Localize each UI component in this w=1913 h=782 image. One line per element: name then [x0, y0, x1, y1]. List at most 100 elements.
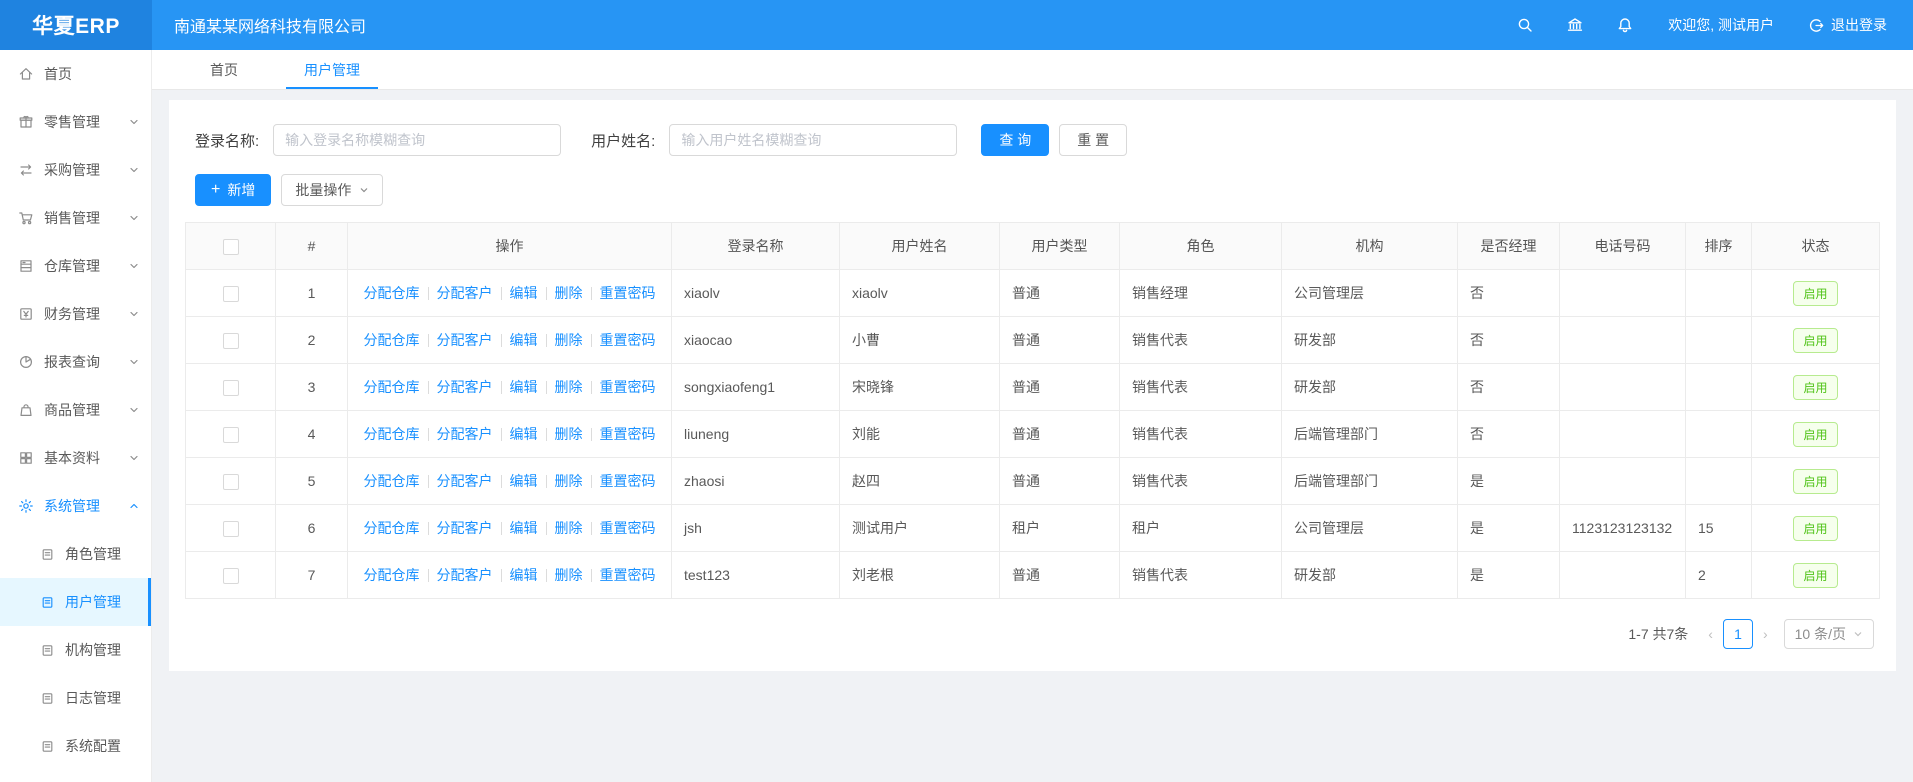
- assign-warehouse-link[interactable]: 分配仓库: [364, 520, 420, 536]
- delete-link[interactable]: 删除: [555, 285, 583, 301]
- select-all-checkbox[interactable]: [223, 239, 239, 255]
- user-name-input[interactable]: [669, 124, 957, 156]
- edit-link[interactable]: 编辑: [510, 567, 538, 583]
- assign-warehouse-link[interactable]: 分配仓库: [364, 473, 420, 489]
- sidebar-item-sales[interactable]: 销售管理: [0, 194, 151, 242]
- row-checkbox[interactable]: [223, 568, 239, 584]
- row-checkbox[interactable]: [223, 474, 239, 490]
- cell-login: jsh: [672, 505, 840, 552]
- cell-phone: [1560, 411, 1686, 458]
- add-button[interactable]: + 新增: [195, 174, 271, 206]
- edit-link[interactable]: 编辑: [510, 379, 538, 395]
- cell-role: 销售经理: [1120, 270, 1282, 317]
- topbar-right: 欢迎您, 测试用户 退出登录: [1484, 15, 1913, 35]
- sidebar-item-purchase[interactable]: 采购管理: [0, 146, 151, 194]
- bell-icon[interactable]: [1616, 16, 1634, 34]
- row-checkbox[interactable]: [223, 380, 239, 396]
- edit-link[interactable]: 编辑: [510, 520, 538, 536]
- reset-password-link[interactable]: 重置密码: [600, 285, 656, 301]
- sidebar-item-goods[interactable]: 商品管理: [0, 386, 151, 434]
- cell-manager: 否: [1458, 364, 1560, 411]
- tab-home[interactable]: 首页: [188, 50, 260, 89]
- assign-customer-link[interactable]: 分配客户: [437, 379, 493, 395]
- cell-type: 普通: [1000, 364, 1120, 411]
- sidebar-item-retail[interactable]: 零售管理: [0, 98, 151, 146]
- next-page-button[interactable]: ›: [1757, 626, 1774, 642]
- edit-link[interactable]: 编辑: [510, 426, 538, 442]
- reset-password-link[interactable]: 重置密码: [600, 520, 656, 536]
- cell-name: 刘老根: [840, 552, 1000, 599]
- bank-icon[interactable]: [1566, 16, 1584, 34]
- chevron-up-icon: [129, 501, 139, 511]
- assign-customer-link[interactable]: 分配客户: [437, 520, 493, 536]
- reset-password-link[interactable]: 重置密码: [600, 473, 656, 489]
- row-checkbox[interactable]: [223, 521, 239, 537]
- assign-warehouse-link[interactable]: 分配仓库: [364, 567, 420, 583]
- assign-customer-link[interactable]: 分配客户: [437, 285, 493, 301]
- assign-warehouse-link[interactable]: 分配仓库: [364, 379, 420, 395]
- prev-page-button[interactable]: ‹: [1702, 626, 1719, 642]
- reset-button[interactable]: 重 置: [1059, 124, 1127, 156]
- delete-link[interactable]: 删除: [555, 379, 583, 395]
- sidebar-item-basic-data[interactable]: 基本资料: [0, 434, 151, 482]
- edit-link[interactable]: 编辑: [510, 332, 538, 348]
- sidebar-item-role-mgmt[interactable]: 角色管理: [0, 530, 151, 578]
- sidebar-item-system[interactable]: 系统管理: [0, 482, 151, 530]
- assign-warehouse-link[interactable]: 分配仓库: [364, 332, 420, 348]
- sidebar-item-system-config[interactable]: 系统配置: [0, 722, 151, 770]
- reset-password-link[interactable]: 重置密码: [600, 332, 656, 348]
- sidebar-item-finance[interactable]: 财务管理: [0, 290, 151, 338]
- query-button[interactable]: 查 询: [981, 124, 1049, 156]
- tab-user-mgmt[interactable]: 用户管理: [282, 50, 382, 89]
- assign-customer-link[interactable]: 分配客户: [437, 567, 493, 583]
- delete-link[interactable]: 删除: [555, 520, 583, 536]
- reset-password-link[interactable]: 重置密码: [600, 379, 656, 395]
- sidebar-item-user-mgmt[interactable]: 用户管理: [0, 578, 151, 626]
- assign-customer-link[interactable]: 分配客户: [437, 426, 493, 442]
- delete-link[interactable]: 删除: [555, 426, 583, 442]
- sidebar-item-label: 商品管理: [44, 400, 129, 420]
- row-index: 2: [276, 317, 348, 364]
- cell-login: xiaolv: [672, 270, 840, 317]
- assign-warehouse-link[interactable]: 分配仓库: [364, 426, 420, 442]
- tab-bar: 首页 用户管理: [152, 50, 1913, 90]
- delete-link[interactable]: 删除: [555, 567, 583, 583]
- search-icon[interactable]: [1516, 16, 1534, 34]
- cell-sort: [1686, 411, 1752, 458]
- cell-name: 小曹: [840, 317, 1000, 364]
- login-name-input[interactable]: [273, 124, 561, 156]
- sidebar-item-home[interactable]: 首页: [0, 50, 151, 98]
- swap-icon: [18, 162, 34, 178]
- row-checkbox[interactable]: [223, 286, 239, 302]
- edit-link[interactable]: 编辑: [510, 473, 538, 489]
- cell-sort: [1686, 317, 1752, 364]
- sidebar-item-reports[interactable]: 报表查询: [0, 338, 151, 386]
- row-checkbox[interactable]: [223, 427, 239, 443]
- delete-link[interactable]: 删除: [555, 473, 583, 489]
- main-content: 首页 用户管理 登录名称: 用户姓名: 查 询 重 置 + 新增 批量操作: [152, 50, 1913, 782]
- row-actions: 分配仓库 分配客户 编辑 删除 重置密码: [348, 552, 672, 599]
- sidebar-item-warehouse[interactable]: 仓库管理: [0, 242, 151, 290]
- cell-name: xiaolv: [840, 270, 1000, 317]
- reset-password-link[interactable]: 重置密码: [600, 426, 656, 442]
- table-row: 1 分配仓库分配客户编辑删除重置密码 xiaolv xiaolv 普通 销售经理…: [186, 270, 1880, 317]
- logout-button[interactable]: 退出登录: [1808, 15, 1887, 35]
- cell-login: test123: [672, 552, 840, 599]
- row-actions: 分配仓库 分配客户 编辑 删除 重置密码: [348, 411, 672, 458]
- company-name: 南通某某网络科技有限公司: [174, 13, 366, 37]
- delete-link[interactable]: 删除: [555, 332, 583, 348]
- row-checkbox[interactable]: [223, 333, 239, 349]
- assign-customer-link[interactable]: 分配客户: [437, 332, 493, 348]
- batch-operations-button[interactable]: 批量操作: [281, 174, 383, 206]
- reset-password-link[interactable]: 重置密码: [600, 567, 656, 583]
- sidebar-item-log-mgmt[interactable]: 日志管理: [0, 674, 151, 722]
- assign-warehouse-link[interactable]: 分配仓库: [364, 285, 420, 301]
- pagination: 1-7 共7条 ‹ 1 › 10 条/页: [185, 619, 1880, 649]
- page-size-select[interactable]: 10 条/页: [1784, 619, 1874, 649]
- assign-customer-link[interactable]: 分配客户: [437, 473, 493, 489]
- grid-icon: [18, 450, 34, 466]
- sidebar-item-org-mgmt[interactable]: 机构管理: [0, 626, 151, 674]
- cell-manager: 是: [1458, 552, 1560, 599]
- page-number-button[interactable]: 1: [1723, 619, 1753, 649]
- edit-link[interactable]: 编辑: [510, 285, 538, 301]
